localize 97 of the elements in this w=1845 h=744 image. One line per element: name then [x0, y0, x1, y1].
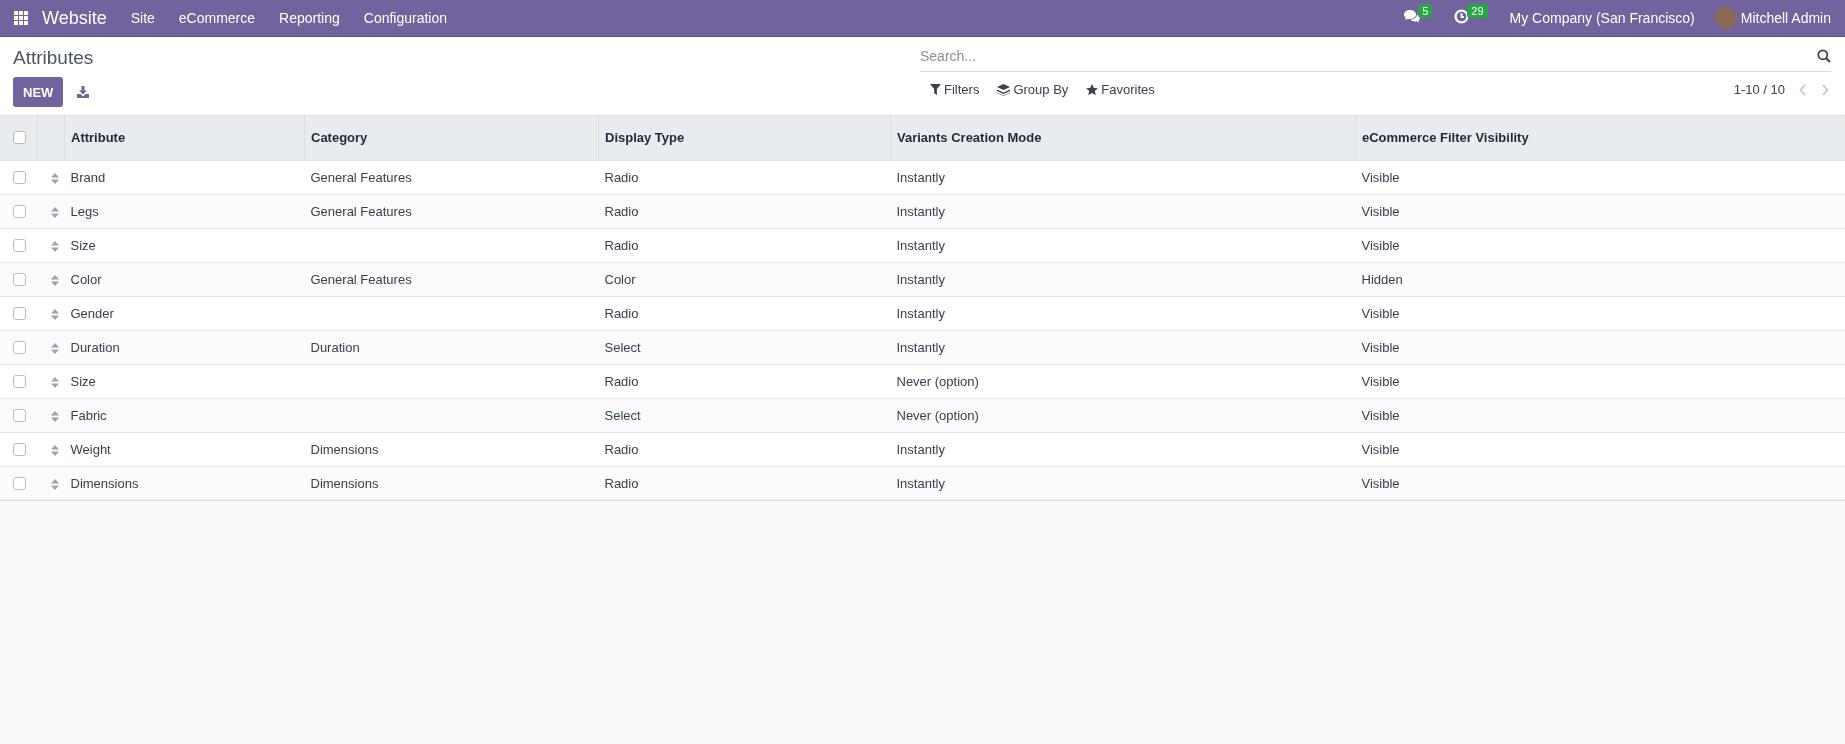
apps-menu-icon[interactable] [14, 11, 28, 25]
table-cell: Dimensions [70, 475, 139, 491]
table-cell: Size [70, 237, 96, 253]
search-icon[interactable] [1817, 49, 1831, 63]
table-cell: Radio [604, 237, 639, 253]
group-toggle[interactable]: Group By [997, 82, 1069, 97]
table-cell: Visible [1361, 203, 1400, 219]
table-cell: Never (option) [896, 373, 979, 389]
table-cell: Visible [1361, 373, 1400, 389]
table-cell: Visible [1361, 169, 1400, 185]
menu-item[interactable]: Reporting [279, 10, 340, 26]
menu-item[interactable]: Configuration [363, 10, 448, 26]
table-cell: Visible [1361, 441, 1400, 457]
table-cell: Radio [604, 441, 639, 457]
menu-item[interactable]: Site [130, 10, 155, 26]
drag-handle-icon[interactable] [50, 478, 59, 490]
download-icon[interactable] [77, 86, 90, 98]
select-all-checkbox[interactable] [13, 131, 26, 145]
drag-handle-icon[interactable] [50, 172, 59, 184]
table-cell: Color [604, 271, 636, 287]
app-name[interactable]: Website [42, 7, 107, 29]
table-cell: Size [70, 373, 96, 389]
table-cell: Visible [1361, 339, 1400, 355]
drag-handle-icon[interactable] [50, 410, 59, 422]
table-cell: Radio [604, 169, 639, 185]
row-checkbox[interactable] [13, 408, 26, 422]
table-cell: Instantly [896, 271, 945, 287]
table-cell: Duration [310, 339, 360, 355]
table-cell: Instantly [896, 475, 945, 491]
table-cell: Instantly [896, 339, 945, 355]
table-cell: Visible [1361, 237, 1400, 253]
table-cell: Radio [604, 475, 639, 491]
filter-toggle[interactable]: Filters [930, 82, 980, 97]
column-header[interactable]: Category [304, 116, 599, 160]
column-header[interactable]: Attribute [64, 116, 305, 160]
column-header[interactable]: eCommerce Filter Visibility [1355, 116, 1845, 160]
row-checkbox[interactable] [13, 374, 26, 388]
table-cell: Instantly [896, 169, 945, 185]
drag-handle-icon[interactable] [50, 444, 59, 456]
table-cell: Brand [70, 169, 106, 185]
pager-value[interactable]: 1-10 / 10 [1733, 82, 1785, 97]
table-cell: Radio [604, 373, 639, 389]
row-checkbox[interactable] [13, 272, 26, 286]
table-cell: Hidden [1361, 271, 1403, 287]
activities-count-badge: 29 [1467, 3, 1488, 18]
user-menu[interactable]: Mitchell Admin [1740, 10, 1831, 26]
drag-handle-icon[interactable] [50, 206, 59, 218]
table-cell: Select [604, 339, 641, 355]
row-checkbox[interactable] [13, 204, 26, 218]
menu-item[interactable]: eCommerce [178, 10, 256, 26]
row-checkbox[interactable] [13, 306, 26, 320]
messages-count-badge: 5 [1418, 4, 1433, 18]
table-cell: Radio [604, 203, 639, 219]
table-cell: Visible [1361, 475, 1400, 491]
table-cell: Fabric [70, 407, 107, 423]
chat-icon[interactable] [1404, 9, 1421, 23]
table-cell: Gender [70, 305, 114, 321]
row-checkbox[interactable] [13, 340, 26, 354]
table-cell: Instantly [896, 237, 945, 253]
table-cell: Instantly [896, 441, 945, 457]
new-button[interactable]: NEW [13, 77, 64, 107]
column-header[interactable]: Display Type [598, 116, 891, 160]
row-checkbox[interactable] [13, 238, 26, 252]
star-icon[interactable] [1086, 83, 1099, 96]
table-cell: General Features [310, 203, 412, 219]
row-checkbox[interactable] [13, 442, 26, 456]
table-cell: Instantly [896, 203, 945, 219]
layers-icon[interactable] [997, 83, 1011, 96]
previous-icon[interactable] [1799, 83, 1807, 96]
table-cell: Visible [1361, 305, 1400, 321]
table-cell: Legs [70, 203, 99, 219]
next-icon[interactable] [1821, 83, 1829, 96]
drag-handle-icon[interactable] [50, 274, 59, 286]
drag-handle-icon[interactable] [50, 240, 59, 252]
table-cell: Dimensions [310, 441, 379, 457]
clock-icon[interactable] [1454, 8, 1470, 24]
table-cell: Duration [70, 339, 120, 355]
column-header[interactable]: Variants Creation Mode [890, 116, 1356, 160]
table-cell: Select [604, 407, 641, 423]
table-cell: Never (option) [896, 407, 979, 423]
favorite-toggle[interactable]: Favorites [1086, 82, 1155, 97]
filter-icon[interactable] [930, 84, 941, 95]
table-cell: General Features [310, 169, 412, 185]
table-cell: Color [70, 271, 102, 287]
page-title: Attributes [13, 47, 95, 69]
table-cell: Instantly [896, 305, 945, 321]
table-cell: Weight [70, 441, 111, 457]
table-cell: Radio [604, 305, 639, 321]
drag-handle-icon[interactable] [50, 342, 59, 354]
row-checkbox[interactable] [13, 170, 26, 184]
drag-handle-icon[interactable] [50, 376, 59, 388]
table-cell: Visible [1361, 407, 1400, 423]
table-cell: General Features [310, 271, 412, 287]
table-cell: Dimensions [310, 475, 379, 491]
company-switcher[interactable]: My Company (San Francisco) [1509, 10, 1695, 26]
row-checkbox[interactable] [13, 476, 26, 490]
drag-handle-icon[interactable] [50, 308, 59, 320]
